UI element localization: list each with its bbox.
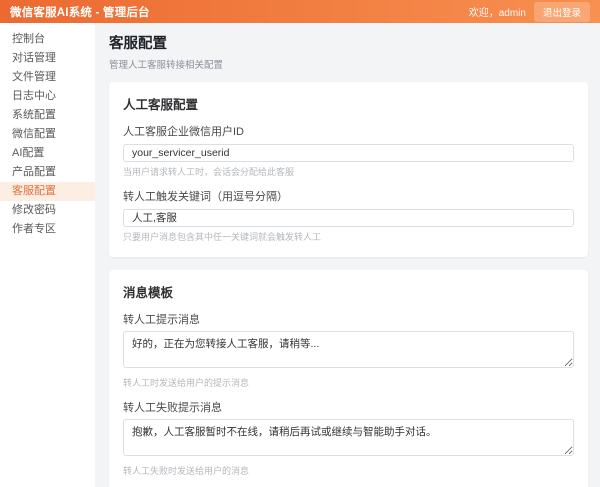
app-title: 微信客服AI系统 - 管理后台 bbox=[10, 6, 150, 19]
transfer-prompt-help: 转人工时发送给用户的提示消息 bbox=[123, 377, 250, 388]
main-content: 客服配置 管理人工客服转接相关配置 人工客服配置 人工客服企业微信用户ID 当用… bbox=[95, 23, 600, 487]
field-transfer-prompt: 转人工提示消息 好的，正在为您转接人工客服，请稍等... 转人工时发送给用户的提… bbox=[123, 311, 574, 389]
sidebar-item-conversations[interactable]: 对话管理 bbox=[0, 49, 95, 68]
card-title: 人工客服配置 bbox=[123, 98, 199, 112]
welcome-text: 欢迎，admin bbox=[468, 8, 526, 19]
sidebar-item-dashboard[interactable]: 控制台 bbox=[0, 30, 95, 49]
sidebar-item-logs[interactable]: 日志中心 bbox=[0, 87, 95, 106]
sidebar-item-files[interactable]: 文件管理 bbox=[0, 68, 95, 87]
page-subtitle: 管理人工客服转接相关配置 bbox=[109, 60, 224, 71]
sidebar-item-change-password[interactable]: 修改密码 bbox=[0, 201, 95, 220]
servicer-userid-label: 人工客服企业微信用户ID bbox=[123, 126, 244, 138]
top-bar: 微信客服AI系统 - 管理后台 欢迎，admin 退出登录 bbox=[0, 0, 600, 23]
transfer-keywords-input[interactable] bbox=[123, 208, 574, 227]
sidebar-item-author-zone[interactable]: 作者专区 bbox=[0, 220, 95, 239]
servicer-userid-input[interactable] bbox=[123, 144, 574, 162]
card-title: 消息模板 bbox=[123, 285, 174, 300]
transfer-prompt-label: 转人工提示消息 bbox=[123, 313, 200, 326]
card-message-templates: 消息模板 转人工提示消息 好的，正在为您转接人工客服，请稍等... 转人工时发送… bbox=[109, 269, 588, 487]
sidebar: 控制台 对话管理 文件管理 日志中心 系统配置 微信配置 AI配置 产品配置 客… bbox=[0, 23, 95, 487]
top-bar-right: 欢迎，admin 退出登录 bbox=[468, 1, 590, 22]
field-transfer-fail: 转人工失败提示消息 抱歉，人工客服暂时不在线，请稍后再试或继续与智能助手对话。 … bbox=[123, 399, 574, 477]
body-wrap: 控制台 对话管理 文件管理 日志中心 系统配置 微信配置 AI配置 产品配置 客… bbox=[0, 23, 600, 487]
field-servicer-userid: 人工客服企业微信用户ID 当用户请求转人工时，会话会分配给此客服 bbox=[123, 123, 574, 178]
transfer-prompt-textarea[interactable]: 好的，正在为您转接人工客服，请稍等... bbox=[123, 330, 574, 368]
sidebar-item-ai-config[interactable]: AI配置 bbox=[0, 144, 95, 163]
app-window: 微信客服AI系统 - 管理后台 欢迎，admin 退出登录 控制台 对话管理 文… bbox=[0, 0, 600, 487]
sidebar-item-system-config[interactable]: 系统配置 bbox=[0, 106, 95, 125]
sidebar-item-product-config[interactable]: 产品配置 bbox=[0, 163, 95, 182]
transfer-fail-help: 转人工失败时发送给用户的消息 bbox=[123, 465, 250, 476]
sidebar-item-service-config[interactable]: 客服配置 bbox=[0, 182, 95, 201]
sidebar-item-wechat-config[interactable]: 微信配置 bbox=[0, 125, 95, 144]
transfer-keywords-help: 只要用户消息包含其中任一关键词就会触发转人工 bbox=[123, 231, 322, 242]
transfer-fail-textarea[interactable]: 抱歉，人工客服暂时不在线，请稍后再试或继续与智能助手对话。 bbox=[123, 418, 574, 456]
field-transfer-keywords: 转人工触发关键词（用逗号分隔） 只要用户消息包含其中任一关键词就会触发转人工 bbox=[123, 188, 574, 243]
transfer-fail-label: 转人工失败提示消息 bbox=[123, 401, 222, 414]
transfer-keywords-label: 转人工触发关键词（用逗号分隔） bbox=[123, 191, 288, 203]
logout-button[interactable]: 退出登录 bbox=[533, 1, 590, 22]
page-title: 客服配置 bbox=[109, 36, 167, 52]
card-manual-service-config: 人工客服配置 人工客服企业微信用户ID 当用户请求转人工时，会话会分配给此客服 … bbox=[109, 82, 588, 257]
servicer-userid-help: 当用户请求转人工时，会话会分配给此客服 bbox=[123, 167, 295, 177]
